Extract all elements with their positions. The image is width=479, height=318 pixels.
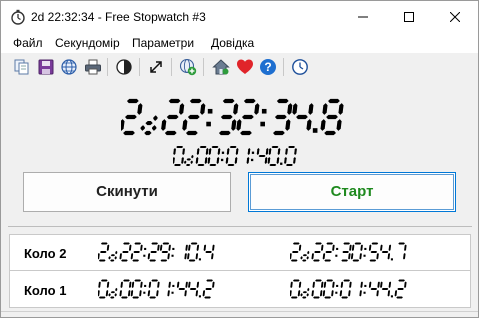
help-icon[interactable]: ? (259, 58, 277, 76)
menu-help[interactable]: Довідка (211, 36, 254, 50)
main-time-digits (121, 98, 344, 136)
toolbar-separator (283, 58, 284, 76)
menu-settings[interactable]: Параметри (132, 36, 194, 50)
toolbar-separator (171, 58, 172, 76)
copy-icon[interactable] (13, 58, 31, 76)
print-icon[interactable] (84, 58, 102, 76)
toolbar-separator (203, 58, 204, 76)
lap-row[interactable]: Коло 2 (10, 235, 470, 271)
window-title: 2d 22:32:34 - Free Stopwatch #3 (31, 10, 206, 24)
lap-split-digits (98, 242, 215, 262)
status-strip (1, 311, 478, 312)
maximize-button[interactable] (386, 1, 432, 33)
toolbar-separator (107, 58, 108, 76)
main-time-display (121, 97, 361, 137)
globe-icon[interactable] (60, 58, 78, 76)
laps-list[interactable]: Коло 2 Коло 1 (9, 234, 471, 308)
close-button[interactable] (432, 1, 478, 33)
save-icon[interactable] (37, 58, 55, 76)
current-lap-digits (173, 145, 297, 167)
fullscreen-icon[interactable] (147, 58, 165, 76)
lap-split-time (98, 279, 238, 299)
start-button[interactable]: Старт (248, 172, 456, 212)
menu-bar: Файл Секундомір Параметри Довідка (1, 33, 478, 53)
divider (8, 226, 472, 227)
svg-text:?: ? (264, 60, 271, 74)
clock-icon[interactable] (291, 58, 309, 76)
minimize-icon (358, 16, 368, 18)
maximize-icon (404, 12, 414, 22)
home-icon[interactable] (212, 58, 230, 76)
heart-icon[interactable] (236, 58, 254, 76)
menu-file[interactable]: Файл (13, 36, 43, 50)
lap-label: Коло 1 (24, 283, 67, 298)
reset-button[interactable]: Скинути (23, 172, 231, 212)
current-lap-display (173, 145, 313, 167)
minimize-button[interactable] (340, 1, 386, 33)
app-window: 2d 22:32:34 - Free Stopwatch #3 Файл Сек… (0, 0, 479, 318)
lap-total-time (290, 279, 430, 299)
lap-row[interactable]: Коло 1 (10, 272, 470, 308)
add-globe-icon[interactable] (179, 58, 197, 76)
lap-total-digits (290, 242, 407, 262)
lap-label: Коло 2 (24, 246, 67, 261)
lap-total-digits (290, 279, 407, 299)
contrast-icon[interactable] (115, 58, 133, 76)
menu-stopwatch[interactable]: Секундомір (55, 36, 120, 50)
stopwatch-app-icon (11, 9, 25, 25)
toolbar: ? (1, 54, 478, 81)
toolbar-separator (139, 58, 140, 76)
title-bar[interactable]: 2d 22:32:34 - Free Stopwatch #3 (1, 1, 478, 33)
lap-total-time (290, 242, 430, 262)
lap-split-digits (98, 279, 215, 299)
close-icon (450, 12, 460, 22)
lap-split-time (98, 242, 238, 262)
